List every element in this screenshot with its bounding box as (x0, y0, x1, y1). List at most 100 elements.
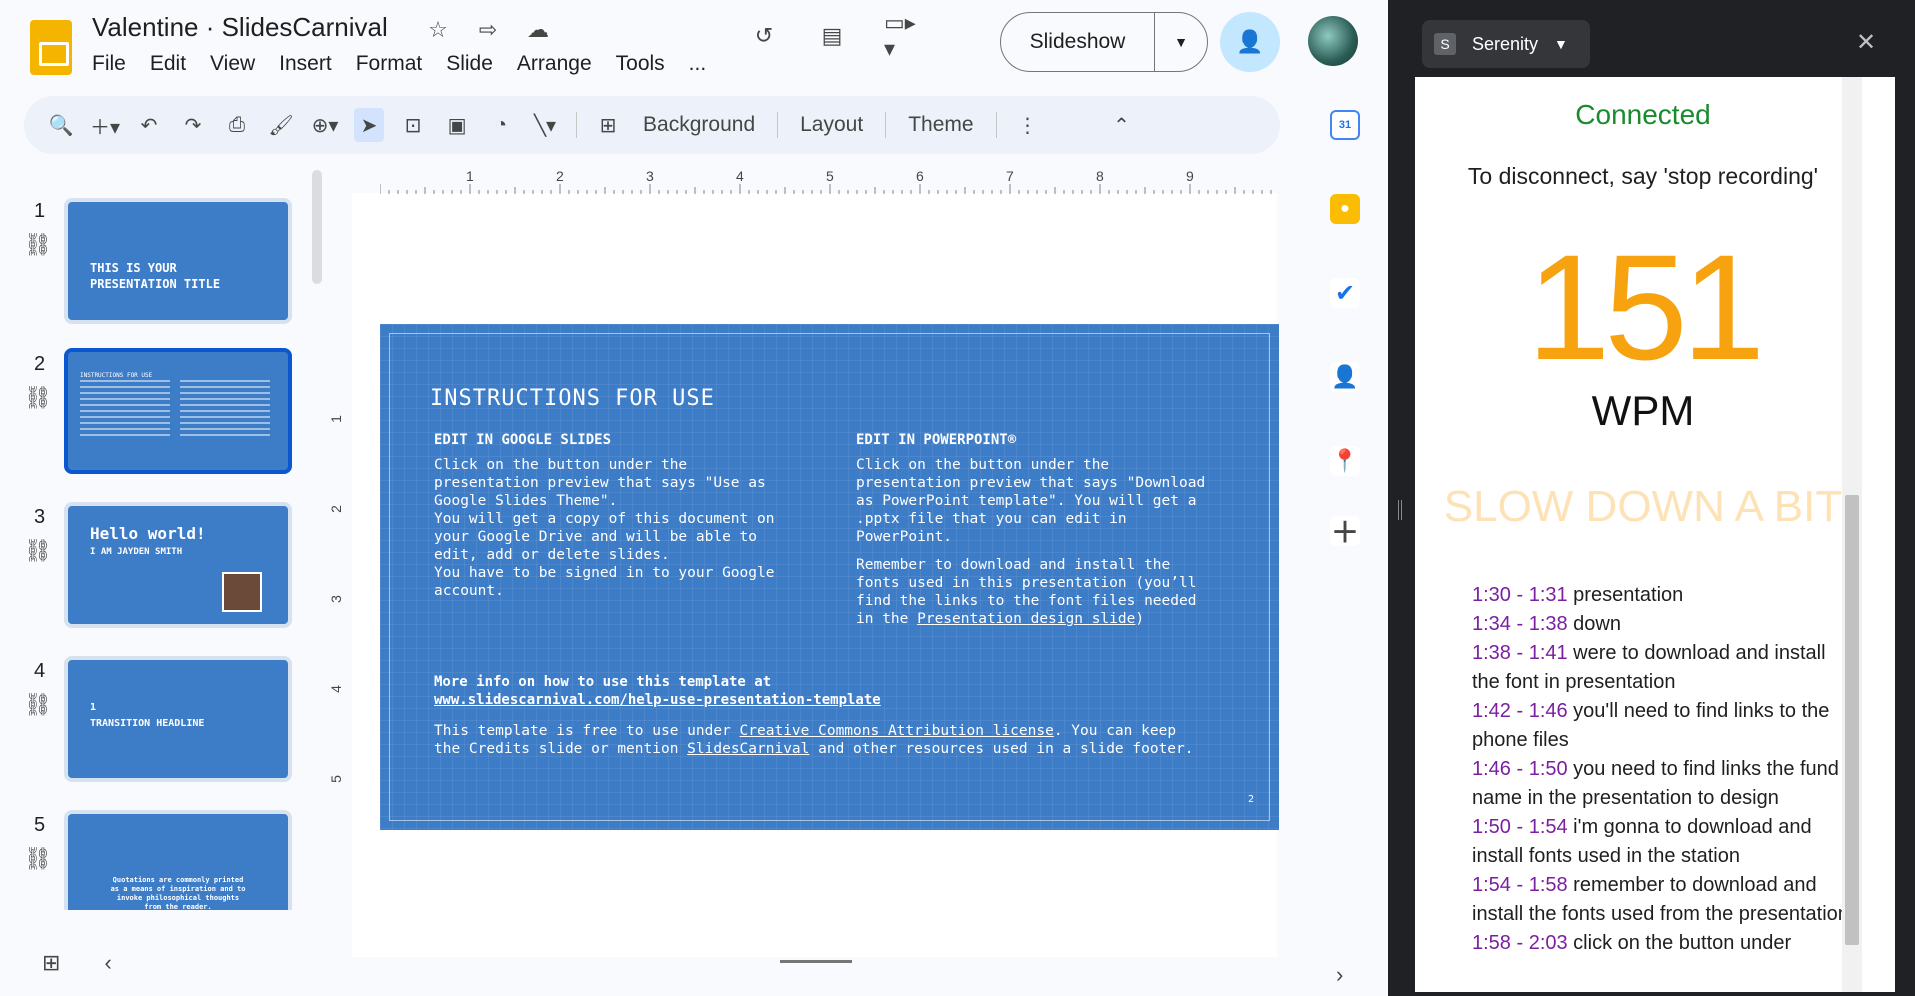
extension-dropdown-icon[interactable]: ▼ (1554, 36, 1568, 52)
shape-icon[interactable]: ◔ (486, 108, 516, 142)
transcript-entry: 1:38 - 1:41 were to download and install… (1472, 639, 1852, 697)
filmstrip-controls: ⊞ ‹ (42, 950, 112, 976)
slidescarnival-link[interactable]: SlidesCarnival (687, 741, 809, 757)
resize-handle-icon[interactable] (1398, 500, 1402, 520)
menu-edit[interactable]: Edit (150, 52, 186, 76)
meet-camera-icon[interactable]: ▭▸ ▾ (884, 10, 916, 61)
transcript-time: 1:30 - 1:31 (1472, 584, 1568, 606)
menu-bar: File Edit View Insert Format Slide Arran… (92, 52, 706, 76)
redo-icon[interactable]: ↷ (178, 108, 208, 142)
document-title[interactable]: Valentine · SlidesCarnival (92, 12, 388, 43)
disconnect-instruction: To disconnect, say 'stop recording' (1467, 163, 1819, 189)
col2-body[interactable]: Click on the button under the presentati… (856, 456, 1246, 546)
star-icon[interactable]: ☆ (422, 14, 454, 46)
line-icon[interactable]: ╲▾ (530, 108, 560, 142)
slide-thumbnail-4[interactable]: 1 TRANSITION HEADLINE (64, 656, 292, 782)
close-icon[interactable]: ✕ (1856, 28, 1876, 57)
menu-tools[interactable]: Tools (616, 52, 665, 76)
more-info-text[interactable]: More info on how to use this template at (434, 674, 771, 690)
thumbnail-photo (222, 572, 262, 612)
linked-slide-icon[interactable]: ⛓ (24, 692, 52, 718)
slide-thumbnail-1[interactable]: THIS IS YOUR PRESENTATION TITLE (64, 198, 292, 324)
paint-format-icon[interactable]: 🖌 (266, 108, 296, 142)
thumbnail-subtitle: I AM JAYDEN SMITH (90, 547, 183, 557)
menu-arrange[interactable]: Arrange (517, 52, 592, 76)
wpm-label: WPM (1591, 387, 1695, 434)
more-info-link[interactable]: www.slidescarnival.com/help-use-presenta… (434, 692, 881, 708)
search-icon[interactable]: 🔍 (46, 108, 76, 142)
more-vert-icon[interactable]: ⋮ (1013, 108, 1043, 142)
col2-heading[interactable]: EDIT IN POWERPOINT® (856, 432, 1016, 448)
contacts-icon[interactable]: 👤 (1330, 362, 1360, 392)
extension-tab[interactable]: S Serenity ▼ (1422, 20, 1590, 68)
vertical-ruler[interactable]: 1 2 3 4 5 (328, 325, 352, 845)
slide-thumbnail-2[interactable]: INSTRUCTIONS FOR USE (64, 348, 292, 474)
col1-body[interactable]: Click on the button under the presentati… (434, 456, 814, 600)
grid-view-icon[interactable]: ⊞ (42, 950, 60, 976)
comments-icon[interactable]: ▤ (816, 20, 848, 52)
filmstrip-scrollbar[interactable] (312, 170, 322, 284)
ruler-label: 2 (327, 505, 344, 513)
slide-number: 3 (34, 506, 46, 528)
ruler-label: 4 (736, 168, 744, 184)
transcript-scroll-thumb[interactable] (1845, 495, 1859, 945)
slide-thumbnail-3[interactable]: Hello world! I AM JAYDEN SMITH (64, 502, 292, 628)
current-slide[interactable]: INSTRUCTIONS FOR USE EDIT IN GOOGLE SLID… (380, 324, 1279, 830)
avatar[interactable] (1308, 16, 1358, 66)
speaker-notes-handle[interactable] (780, 960, 852, 963)
layout-button[interactable]: Layout (794, 108, 869, 142)
slide-title[interactable]: INSTRUCTIONS FOR USE (430, 386, 715, 411)
cc-license-link[interactable]: Creative Commons Attribution license (740, 723, 1054, 739)
collapse-toolbar-icon[interactable]: ⌃ (1107, 108, 1137, 142)
move-folder-icon[interactable]: ⇨ (472, 14, 504, 46)
slideshow-button[interactable]: Slideshow (1001, 13, 1155, 71)
share-add-person-icon[interactable]: 👤 (1220, 12, 1280, 72)
col2-body-2[interactable]: Remember to download and install the fon… (856, 556, 1246, 628)
keep-icon[interactable]: ● (1330, 194, 1360, 224)
show-side-panel-icon[interactable]: › (1336, 962, 1343, 988)
transcript-time: 1:42 - 1:46 (1472, 700, 1568, 722)
linked-slide-icon[interactable]: ⛓ (24, 232, 52, 258)
presentation-design-link[interactable]: Presentation design slide (917, 611, 1135, 627)
tasks-icon[interactable]: ✔ (1330, 278, 1360, 308)
undo-icon[interactable]: ↶ (134, 108, 164, 142)
linked-slide-icon[interactable]: ⛓ (24, 538, 52, 564)
image-icon[interactable]: ▣ (442, 108, 472, 142)
menu-insert[interactable]: Insert (279, 52, 332, 76)
license-text-4: and other resources used in a slide foot… (809, 741, 1194, 757)
transcript-text: presentation (1567, 584, 1684, 606)
cloud-status-icon[interactable]: ☁ (522, 14, 554, 46)
add-addon-icon[interactable]: ＋ (1330, 516, 1360, 548)
menu-more[interactable]: ... (689, 52, 707, 76)
horizontal-ruler[interactable]: 1 2 3 4 5 6 7 8 9 (379, 168, 1281, 196)
pace-warning: SLOW DOWN A BIT (1443, 482, 1843, 531)
theme-button[interactable]: Theme (902, 108, 979, 142)
serenity-extension-panel: S Serenity ▼ ✕ Connected To disconnect, … (1388, 0, 1915, 996)
slides-logo-icon[interactable] (30, 20, 72, 75)
calendar-icon[interactable]: 31 (1330, 110, 1360, 140)
thumbnail-text-block (80, 380, 170, 440)
license-text-1: This template is free to use under (434, 723, 740, 739)
menu-slide[interactable]: Slide (446, 52, 493, 76)
new-slide-icon[interactable]: ＋▾ (90, 108, 120, 142)
background-button[interactable]: Background (637, 108, 761, 142)
linked-slide-icon[interactable]: ⛓ (24, 846, 52, 872)
zoom-icon[interactable]: ⊕▾ (310, 108, 340, 142)
text-box-icon[interactable]: ⊡ (398, 108, 428, 142)
license-text[interactable]: This template is free to use under Creat… (434, 722, 1254, 758)
linked-slide-icon[interactable]: ⛓ (24, 385, 52, 411)
thumbnail-title: THIS IS YOUR PRESENTATION TITLE (90, 261, 221, 291)
version-history-icon[interactable]: ↺ (748, 20, 780, 52)
maps-icon[interactable]: 📍 (1330, 446, 1360, 476)
filmstrip: 1 ⛓ THIS IS YOUR PRESENTATION TITLE 2 ⛓ … (0, 190, 310, 910)
col1-heading[interactable]: EDIT IN GOOGLE SLIDES (434, 432, 611, 448)
select-cursor-icon[interactable]: ➤ (354, 108, 385, 142)
add-comment-icon[interactable]: ⊞ (593, 108, 623, 142)
collapse-filmstrip-icon[interactable]: ‹ (104, 950, 111, 976)
menu-file[interactable]: File (92, 52, 126, 76)
menu-view[interactable]: View (210, 52, 255, 76)
slideshow-dropdown-icon[interactable]: ▼ (1155, 34, 1207, 50)
print-icon[interactable]: ⎙ (222, 108, 252, 142)
menu-format[interactable]: Format (356, 52, 423, 76)
slide-thumbnail-5[interactable]: Quotations are commonly printed as a mea… (64, 810, 292, 910)
